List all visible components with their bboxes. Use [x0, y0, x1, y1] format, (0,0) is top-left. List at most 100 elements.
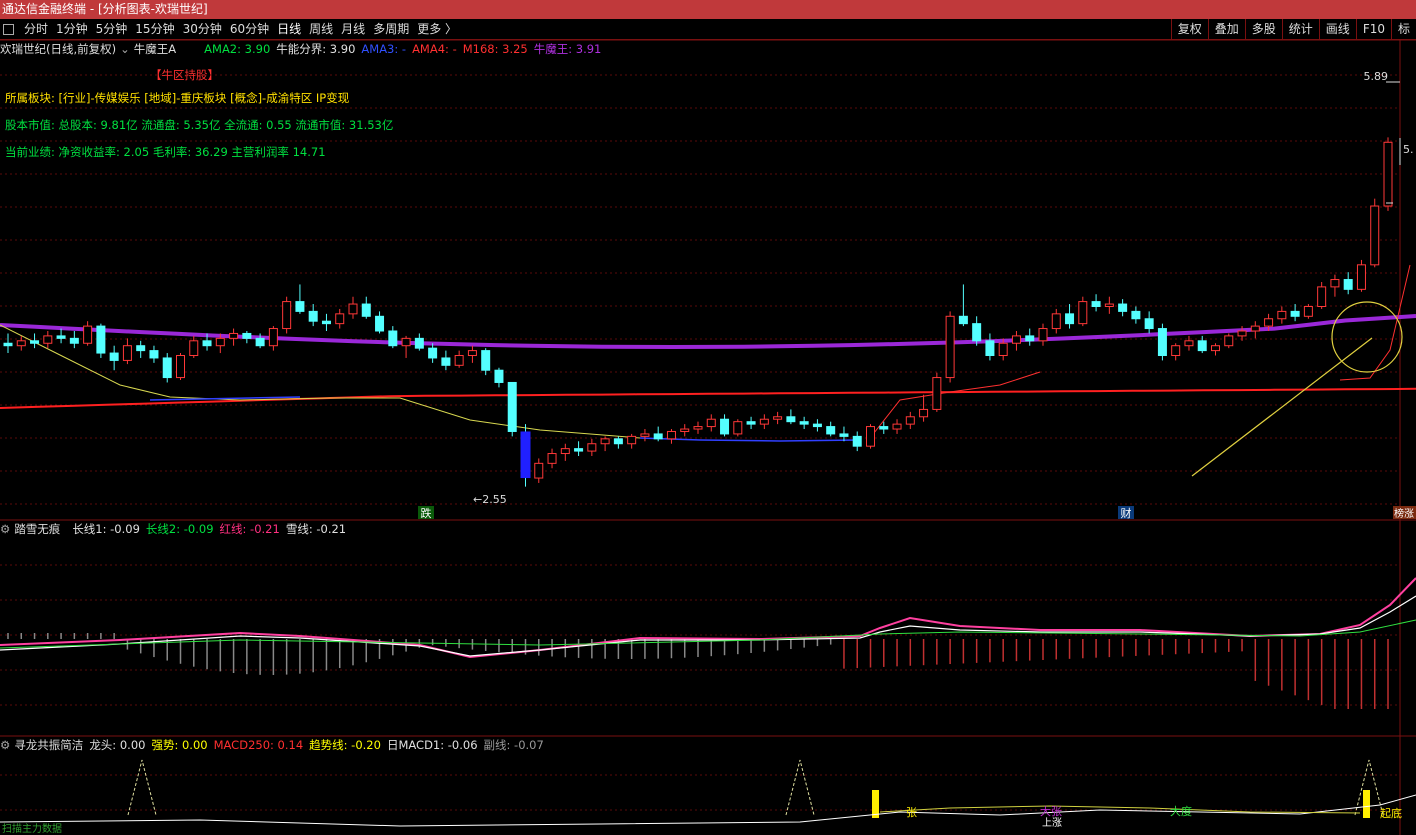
candle-body-104: [1383, 141, 1393, 207]
candle-body-102: [1356, 264, 1366, 290]
candle-body-53: [706, 418, 716, 428]
candle-body-82: [1091, 301, 1101, 307]
candle-body-63: [839, 433, 849, 437]
candle-body-25: [335, 313, 345, 325]
high-price-label: 5.89: [1364, 70, 1389, 83]
candle-body-24: [321, 320, 331, 325]
candle-body-12: [162, 357, 172, 379]
candle-body-96: [1277, 310, 1287, 320]
candle-body-55: [733, 421, 743, 435]
candle-body-46: [613, 438, 623, 445]
candle-body-88: [1171, 345, 1181, 357]
candle-body-100: [1330, 279, 1340, 288]
candle-body-58: [773, 416, 783, 420]
candle-body-41: [547, 453, 557, 464]
candle-body-17: [229, 332, 239, 339]
candle-body-40: [534, 462, 544, 479]
candle-body-91: [1211, 345, 1220, 352]
candle-body-70: [932, 377, 942, 410]
pane3-legend-value-4: 日MACD1: -0.06: [386, 738, 478, 752]
list-marker: 榜涨: [1394, 507, 1414, 520]
candle-body-2: [30, 340, 40, 344]
shangzhang-label: 上涨: [1042, 817, 1062, 829]
peak-2: [785, 759, 815, 816]
candle-body-93: [1237, 330, 1247, 337]
low-price-label: ←2.55: [473, 493, 507, 506]
pane2-legend-value-3: 雪线: -0.21: [285, 522, 347, 536]
candle-body-77: [1025, 335, 1035, 342]
gear-icon[interactable]: ⚙: [0, 737, 10, 753]
qidi-label: 起底: [1380, 806, 1402, 820]
candle-body-23: [308, 310, 318, 322]
candle-body-44: [587, 443, 597, 452]
pane3-legend-value-0: 龙头: 0.00: [89, 738, 146, 752]
candle-body-11: [149, 350, 159, 359]
candle-body-94: [1250, 325, 1260, 332]
candle-body-89: [1184, 340, 1194, 347]
footer-label: 扫描主力数据: [2, 822, 62, 835]
candle-body-83: [1104, 303, 1114, 307]
candle-body-64: [852, 435, 862, 447]
pane3-legend-value-2: MACD250: 0.14: [213, 738, 304, 752]
candle-body-103: [1370, 205, 1380, 266]
chart-canvas[interactable]: 5.89 5. ←2.55 跌 财 榜涨张 大张 大度上涨 起底扫描主力数据: [0, 0, 1416, 835]
candle-body-84: [1118, 303, 1128, 312]
candle-body-74: [985, 340, 995, 357]
pane3-legend-value-5: 副线: -0.07: [483, 738, 544, 752]
candle-body-8: [109, 352, 119, 361]
candle-body-42: [560, 448, 570, 455]
candle-body-59: [786, 416, 796, 423]
candle-body-30: [401, 337, 411, 347]
candle-body-68: [905, 416, 915, 425]
pane3-name[interactable]: 寻龙共振简洁: [14, 737, 83, 753]
candle-body-71: [945, 315, 955, 379]
candle-body-57: [759, 418, 769, 425]
trend-arrow-line: [1191, 337, 1373, 477]
candle-body-36: [481, 350, 491, 371]
candle-body-45: [600, 438, 610, 445]
candle-body-14: [189, 340, 199, 357]
candle-body-86: [1144, 318, 1154, 330]
candle-body-38: [507, 381, 517, 432]
candle-body-29: [388, 330, 398, 347]
red-line-series: [0, 577, 1416, 659]
pane2-name[interactable]: 踏雪无痕: [14, 521, 60, 537]
candle-body-31: [414, 337, 424, 349]
candle-body-67: [892, 423, 902, 430]
pane2-legend-value-1: 长线2: -0.09: [145, 522, 214, 536]
candle-body-51: [680, 428, 690, 432]
candle-body-95: [1264, 318, 1274, 327]
candle-body-33: [441, 357, 451, 366]
candle-body-54: [720, 418, 730, 435]
candle-body-43: [574, 448, 584, 452]
pane2-legend-value-0: 长线1: -0.09: [72, 522, 140, 536]
strong-bar-2: [1363, 790, 1370, 818]
candle-body-35: [467, 350, 477, 357]
candle-body-47: [627, 435, 637, 445]
candle-body-39: [520, 431, 531, 479]
candle-body-26: [348, 303, 358, 315]
candle-body-22: [295, 301, 305, 312]
candle-body-18: [242, 332, 252, 339]
candle-body-85: [1131, 310, 1141, 320]
candle-body-98: [1303, 305, 1313, 317]
gear-icon[interactable]: ⚙: [0, 521, 10, 537]
candle-body-62: [826, 426, 836, 435]
candle-body-13: [176, 355, 185, 379]
pane3-legend-value-3: 趋势线: -0.20: [309, 738, 381, 752]
finance-marker: 财: [1121, 506, 1132, 520]
candle-body-66: [879, 426, 889, 430]
candle-body-0: [3, 342, 13, 347]
candle-body-19: [255, 337, 265, 347]
candle-body-81: [1078, 301, 1088, 325]
candle-body-80: [1065, 313, 1075, 325]
candle-body-20: [268, 328, 278, 347]
candle-body-7: [96, 325, 106, 354]
candle-body-90: [1197, 340, 1207, 352]
candle-body-72: [958, 315, 968, 325]
candle-body-52: [693, 426, 703, 430]
candle-body-6: [83, 325, 93, 344]
pane2-legend-value-2: 红线: -0.21: [219, 522, 280, 536]
pane2-legend: ⚙ 踏雪无痕 长线1: -0.09 长线2: -0.09 红线: -0.21 雪线: …: [0, 521, 356, 537]
candle-body-101: [1343, 279, 1353, 290]
